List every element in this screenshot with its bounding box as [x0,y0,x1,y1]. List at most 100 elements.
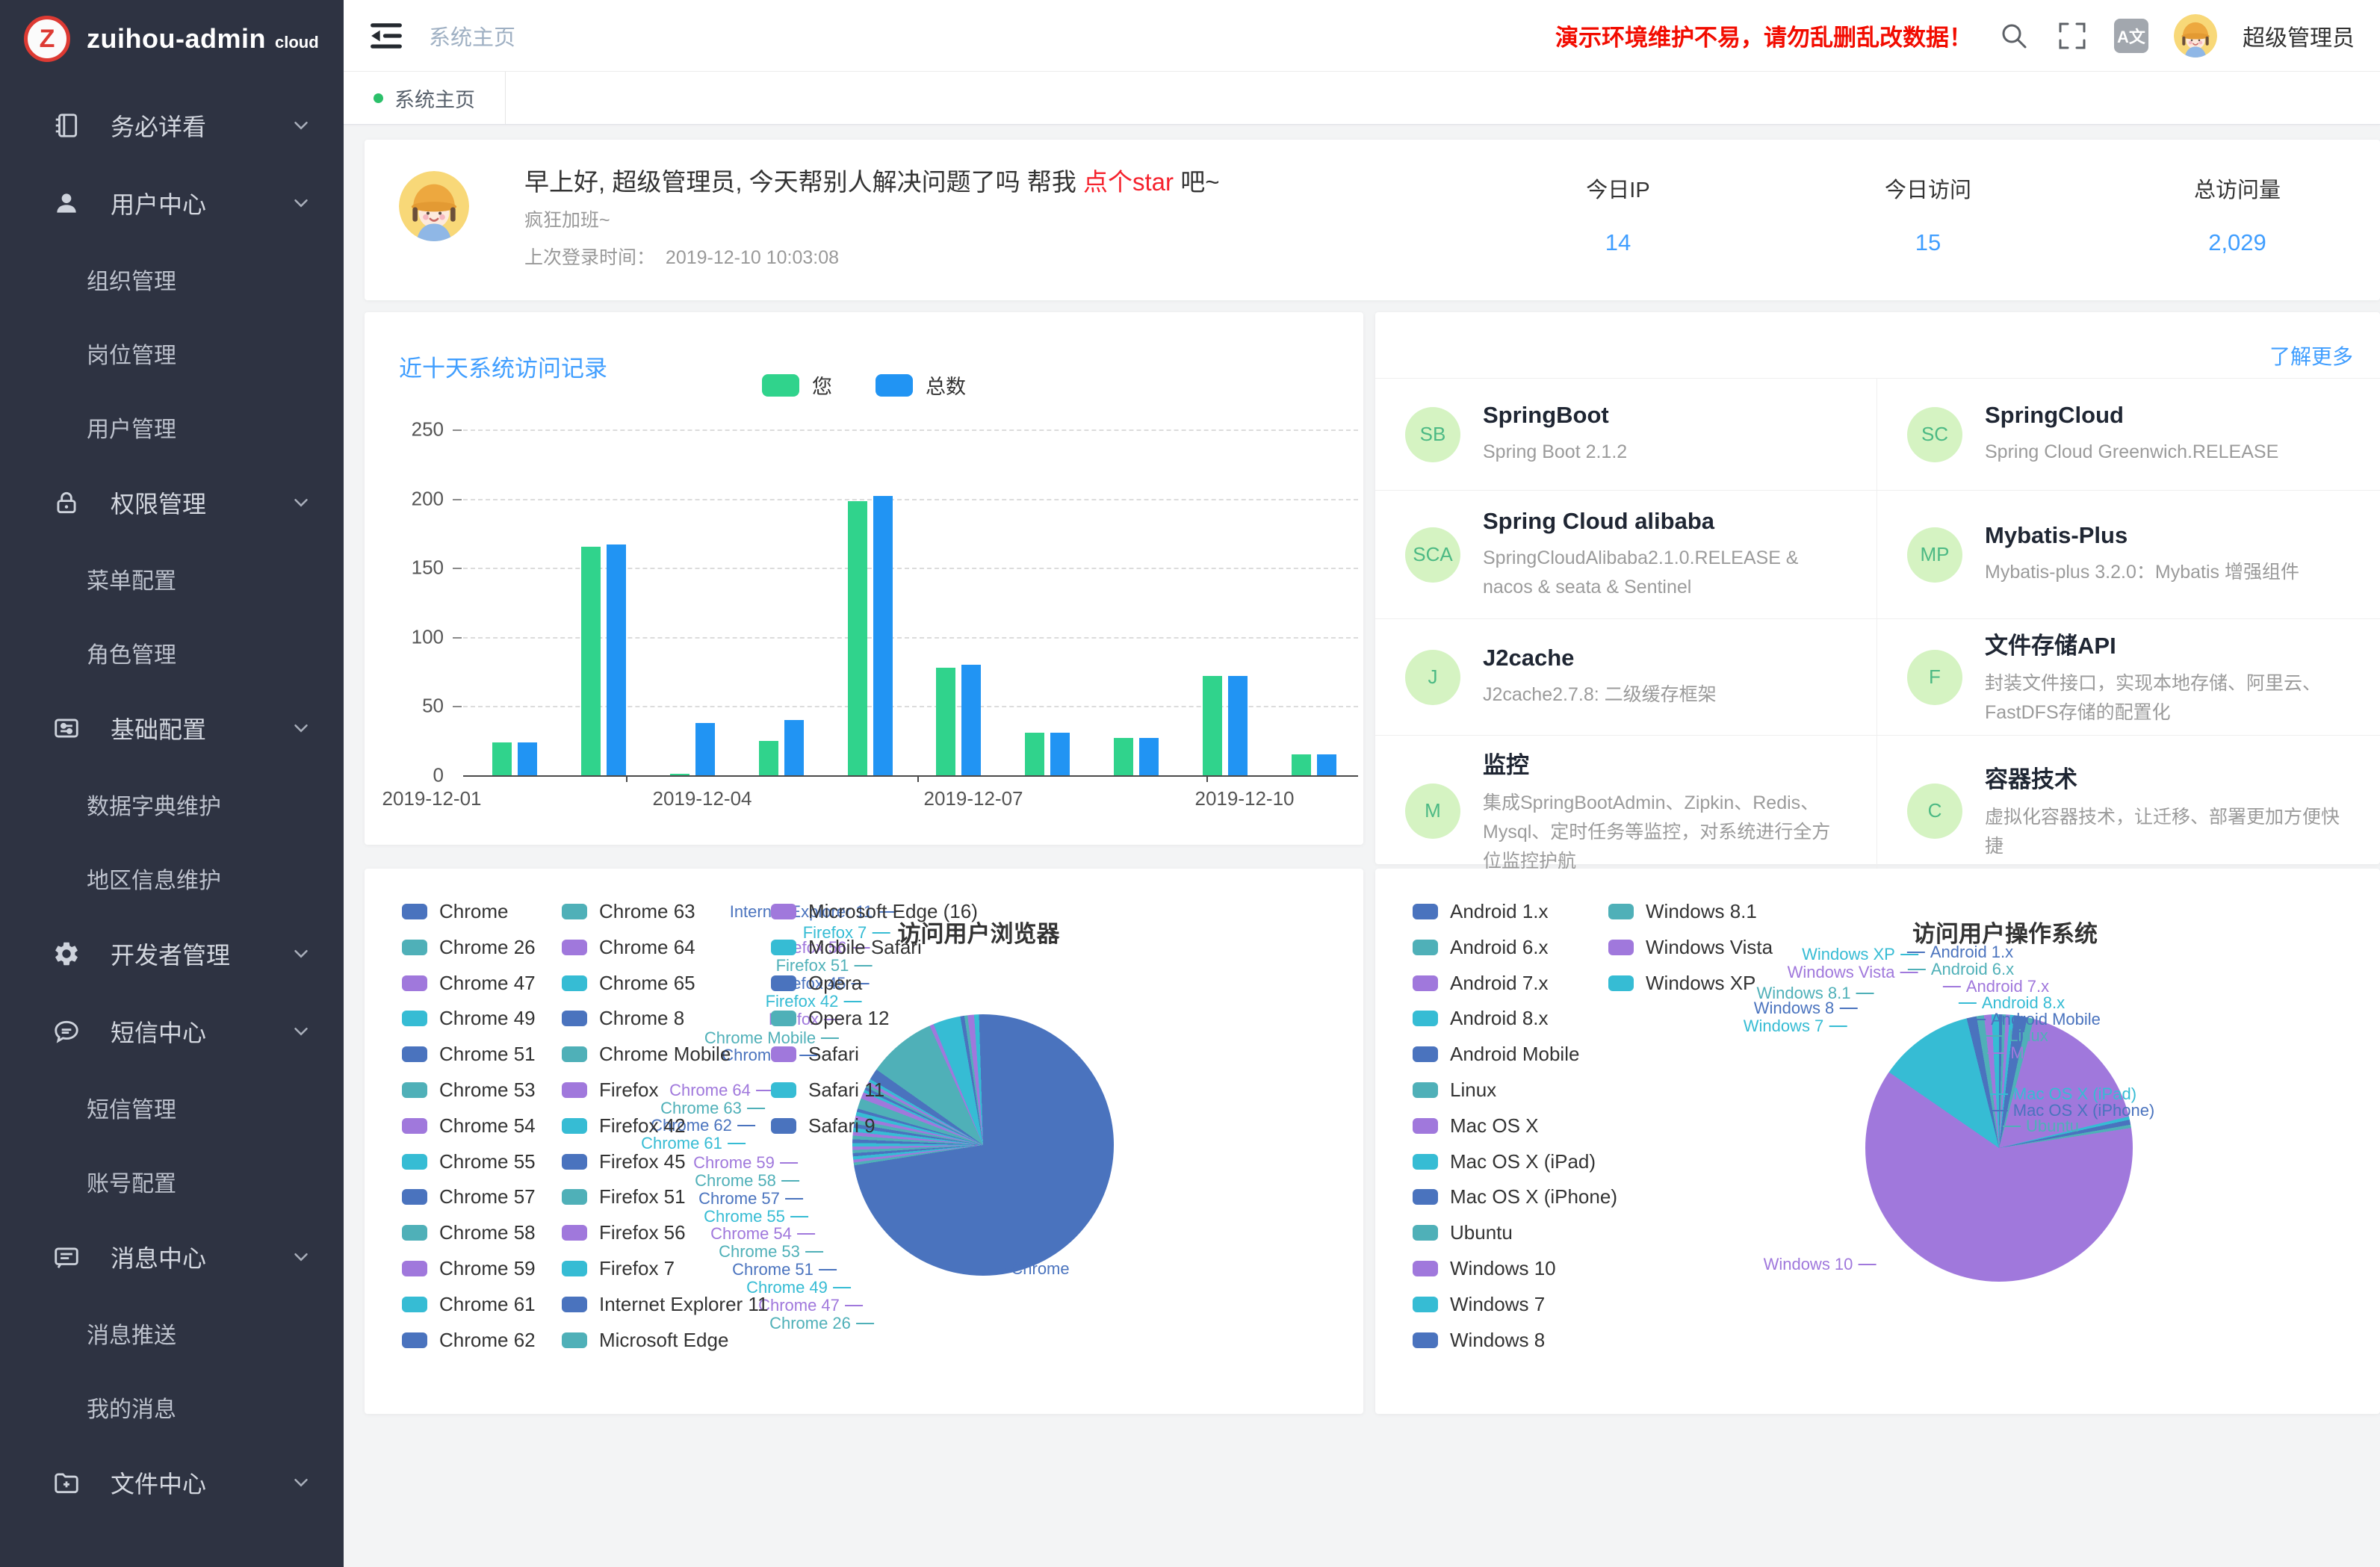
legend-item-Ubuntu[interactable]: Ubuntu [1413,1221,1513,1244]
legend-item-Opera[interactable]: Opera [771,972,862,995]
breadcrumb[interactable]: 系统主页 [429,20,515,52]
legend-item-Mac OS X (iPhone)[interactable]: Mac OS X (iPhone) [1413,1185,1617,1208]
legend-item-Windows 10[interactable]: Windows 10 [1413,1257,1556,1280]
sidebar-group-务必详看[interactable]: 务必详看 [0,87,344,164]
tech-item-J2cache[interactable]: JJ2cacheJ2cache2.7.8: 二级缓存框架 [1375,618,1877,735]
language-icon[interactable]: A文 [2114,19,2148,53]
tech-item-文件存储API[interactable]: F文件存储API封装文件接口，实现本地存储、阿里云、FastDFS存储的配置化 [1877,618,2380,735]
legend-label: Firefox 51 [599,1185,686,1208]
legend-item-Chrome 26[interactable]: Chrome 26 [402,936,536,959]
legend-item-Internet Explorer 11[interactable]: Internet Explorer 11 [562,1293,768,1316]
tech-avatar: C [1907,784,1962,839]
sidebar-group-基础配置[interactable]: 基础配置 [0,689,344,767]
legend-item-Firefox 51[interactable]: Firefox 51 [562,1185,686,1208]
legend-item-Chrome 63[interactable]: Chrome 63 [562,900,695,923]
chevron-down-icon [290,1020,312,1043]
tech-item-Mybatis-Plus[interactable]: MPMybatis-PlusMybatis-plus 3.2.0：Mybatis… [1877,490,2380,618]
bar-chart-plot[interactable]: 0501001502002502019-12-012019-12-042019-… [365,312,1363,845]
legend-item-Safari 9[interactable]: Safari 9 [771,1114,876,1138]
legend-item-Chrome 8[interactable]: Chrome 8 [562,1007,684,1030]
legend-item-Chrome 53[interactable]: Chrome 53 [402,1079,536,1102]
sidebar-item-角色管理[interactable]: 角色管理 [0,615,344,689]
legend-item-Windows 8[interactable]: Windows 8 [1413,1329,1545,1352]
sidebar-group-短信中心[interactable]: 短信中心 [0,993,344,1070]
legend-item-Chrome 58[interactable]: Chrome 58 [402,1221,536,1244]
fullscreen-icon[interactable] [2056,19,2089,52]
legend-item-Chrome 57[interactable]: Chrome 57 [402,1185,536,1208]
sidebar-item-我的消息[interactable]: 我的消息 [0,1370,344,1444]
tech-item-Spring Cloud alibaba[interactable]: SCASpring Cloud alibabaSpringCloudAlibab… [1375,490,1877,618]
menu-fold-icon[interactable] [369,20,403,52]
legend-item-Chrome[interactable]: Chrome [402,900,508,923]
sidebar-item-数据字典维护[interactable]: 数据字典维护 [0,767,344,841]
browser-pie[interactable] [852,1014,1114,1276]
legend-item-Chrome 55[interactable]: Chrome 55 [402,1150,536,1173]
legend-item-Android 1.x[interactable]: Android 1.x [1413,900,1549,923]
legend-item-Windows 7[interactable]: Windows 7 [1413,1293,1545,1316]
sidebar-item-菜单配置[interactable]: 菜单配置 [0,542,344,615]
legend-item-Chrome 51[interactable]: Chrome 51 [402,1043,536,1066]
sidebar-item-组织管理[interactable]: 组织管理 [0,242,344,316]
legend-item-Firefox 56[interactable]: Firefox 56 [562,1221,686,1244]
sidebar-item-短信管理[interactable]: 短信管理 [0,1070,344,1144]
tech-item-SpringCloud[interactable]: SCSpringCloudSpring Cloud Greenwich.RELE… [1877,378,2380,490]
legend-item-Windows 8.1[interactable]: Windows 8.1 [1608,900,1757,923]
legend-item-Firefox 45[interactable]: Firefox 45 [562,1150,686,1173]
legend-item-Windows Vista[interactable]: Windows Vista [1608,936,1773,959]
legend-item-Linux[interactable]: Linux [1413,1079,1496,1102]
tech-item-SpringBoot[interactable]: SBSpringBootSpring Boot 2.1.2 [1375,378,1877,490]
sidebar-group-权限管理[interactable]: 权限管理 [0,464,344,542]
avatar[interactable] [2174,14,2217,58]
legend-item-Safari[interactable]: Safari [771,1043,859,1066]
sidebar-group-label: 文件中心 [111,1465,206,1500]
message-icon [52,1243,81,1271]
legend-item-Chrome 59[interactable]: Chrome 59 [402,1257,536,1280]
legend-item-Firefox 7[interactable]: Firefox 7 [562,1257,675,1280]
callout-line [1990,1110,2008,1111]
legend-item-Windows XP[interactable]: Windows XP [1608,972,1755,995]
bar-您-2019-12-02 [581,547,601,775]
tech-item-容器技术[interactable]: C容器技术虚拟化容器技术，让迁移、部署更加方便快捷 [1877,735,2380,886]
tech-item-监控[interactable]: M监控集成SpringBootAdmin、Zipkin、Redis、Mysql、… [1375,735,1877,886]
legend-item-Android 6.x[interactable]: Android 6.x [1413,936,1549,959]
greeting-card: 早上好, 超级管理员, 今天帮别人解决问题了吗 帮我 点个star 吧~ 疯狂加… [365,140,2380,300]
star-link[interactable]: 点个star [1083,168,1174,196]
legend-item-Chrome 65[interactable]: Chrome 65 [562,972,695,995]
sidebar-group-文件中心[interactable]: 文件中心 [0,1444,344,1521]
search-icon[interactable] [1998,19,2030,52]
sidebar-item-岗位管理[interactable]: 岗位管理 [0,316,344,390]
sidebar-item-地区信息维护[interactable]: 地区信息维护 [0,841,344,915]
legend-item-Safari 11[interactable]: Safari 11 [771,1079,884,1102]
legend-item-Microsoft Edge[interactable]: Microsoft Edge [562,1329,728,1352]
legend-item-Chrome 62[interactable]: Chrome 62 [402,1329,536,1352]
legend-item-Firefox 42[interactable]: Firefox 42 [562,1114,686,1138]
legend-item-Chrome 61[interactable]: Chrome 61 [402,1293,536,1316]
sidebar-item-账号配置[interactable]: 账号配置 [0,1144,344,1218]
legend-item-Chrome Mobile[interactable]: Chrome Mobile [562,1043,731,1066]
brand[interactable]: Z zuihou-admincloud [0,0,344,78]
legend-item-Android 8.x[interactable]: Android 8.x [1413,1007,1549,1030]
legend-item-Mac OS X (iPad)[interactable]: Mac OS X (iPad) [1413,1150,1596,1173]
legend-item-Opera 12[interactable]: Opera 12 [771,1007,889,1030]
legend-label: Safari 11 [808,1079,884,1102]
username[interactable]: 超级管理员 [2243,19,2355,52]
legend-item-Android Mobile[interactable]: Android Mobile [1413,1043,1579,1066]
legend-item-Chrome 49[interactable]: Chrome 49 [402,1007,536,1030]
legend-chip [1608,975,1634,991]
legend-item-Android 7.x[interactable]: Android 7.x [1413,972,1549,995]
legend-item-Mac OS X[interactable]: Mac OS X [1413,1114,1538,1138]
sidebar-group-消息中心[interactable]: 消息中心 [0,1218,344,1296]
sidebar-item-消息推送[interactable]: 消息推送 [0,1296,344,1370]
learn-more-link[interactable]: 了解更多 [2269,341,2353,370]
callout-line [805,1251,823,1253]
legend-item-Firefox[interactable]: Firefox [562,1079,658,1102]
legend-item-Chrome 54[interactable]: Chrome 54 [402,1114,536,1138]
sidebar-item-用户管理[interactable]: 用户管理 [0,390,344,464]
greeting-prefix: 早上好, 超级管理员, 今天帮别人解决问题了吗 帮我 [524,168,1083,196]
sidebar-group-用户中心[interactable]: 用户中心 [0,164,344,242]
legend-label: Chrome 65 [599,972,695,995]
sidebar-group-开发者管理[interactable]: 开发者管理 [0,915,344,993]
legend-item-Chrome 64[interactable]: Chrome 64 [562,936,695,959]
tab-home[interactable]: 系统主页 [344,72,506,124]
legend-item-Chrome 47[interactable]: Chrome 47 [402,972,536,995]
